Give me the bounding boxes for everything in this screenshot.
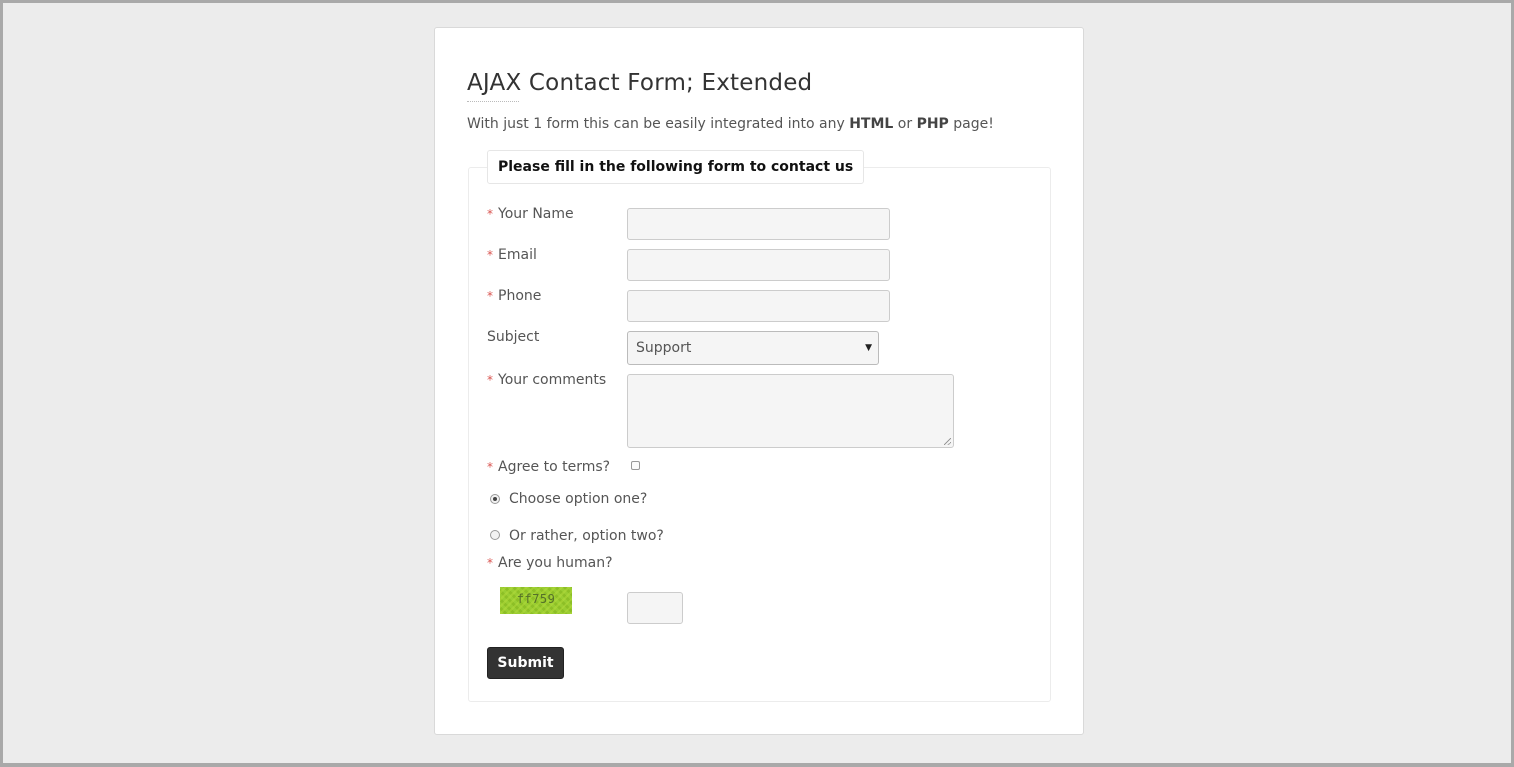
name-label: * Your Name bbox=[487, 206, 574, 222]
required-marker: * bbox=[487, 373, 493, 387]
title-underline bbox=[467, 101, 519, 102]
email-label-text: Email bbox=[498, 247, 537, 263]
submit-button[interactable]: Submit bbox=[487, 647, 564, 679]
intro-html: HTML bbox=[849, 116, 894, 132]
option-two-radio[interactable] bbox=[490, 530, 500, 540]
email-input[interactable] bbox=[627, 249, 890, 281]
intro-prefix: With just 1 form this can be easily inte… bbox=[467, 116, 850, 132]
resize-grip-icon[interactable] bbox=[944, 438, 951, 445]
phone-label-text: Phone bbox=[498, 288, 542, 304]
phone-label: * Phone bbox=[487, 288, 541, 304]
terms-label-text: Agree to terms? bbox=[498, 459, 611, 475]
option-one-radio[interactable] bbox=[490, 494, 500, 504]
comments-textarea[interactable] bbox=[627, 374, 954, 448]
intro-middle: or bbox=[893, 116, 917, 132]
name-input[interactable] bbox=[627, 208, 890, 240]
intro-php: PHP bbox=[916, 116, 949, 132]
contact-card: AJAX Contact Form; Extended With just 1 … bbox=[434, 27, 1084, 735]
required-marker: * bbox=[487, 289, 493, 303]
captcha-text: ff759 bbox=[516, 592, 556, 606]
human-label-text: Are you human? bbox=[498, 555, 613, 571]
comments-label-text: Your comments bbox=[498, 372, 607, 388]
dropdown-arrow-icon: ▼ bbox=[865, 343, 872, 353]
option-two-label[interactable]: Or rather, option two? bbox=[509, 528, 664, 544]
terms-label: * Agree to terms? bbox=[487, 459, 610, 475]
required-marker: * bbox=[487, 460, 493, 474]
option-one-label[interactable]: Choose option one? bbox=[509, 491, 647, 507]
required-marker: * bbox=[487, 207, 493, 221]
subject-label: Subject bbox=[487, 329, 540, 345]
captcha-image: ff759 bbox=[500, 587, 572, 614]
page-title: AJAX Contact Form; Extended bbox=[467, 70, 813, 96]
comments-label: * Your comments bbox=[487, 372, 606, 388]
required-marker: * bbox=[487, 248, 493, 262]
subject-select-value: Support bbox=[636, 340, 692, 356]
terms-checkbox[interactable] bbox=[631, 461, 640, 470]
form-legend: Please fill in the following form to con… bbox=[487, 150, 865, 184]
intro-text: With just 1 form this can be easily inte… bbox=[467, 116, 994, 132]
required-marker: * bbox=[487, 556, 493, 570]
subject-select[interactable]: Support ▼ bbox=[627, 331, 879, 365]
intro-suffix: page! bbox=[948, 116, 994, 132]
email-label: * Email bbox=[487, 247, 537, 263]
name-label-text: Your Name bbox=[498, 206, 574, 222]
captcha-input[interactable] bbox=[627, 592, 683, 624]
phone-input[interactable] bbox=[627, 290, 890, 322]
human-label: * Are you human? bbox=[487, 555, 613, 571]
